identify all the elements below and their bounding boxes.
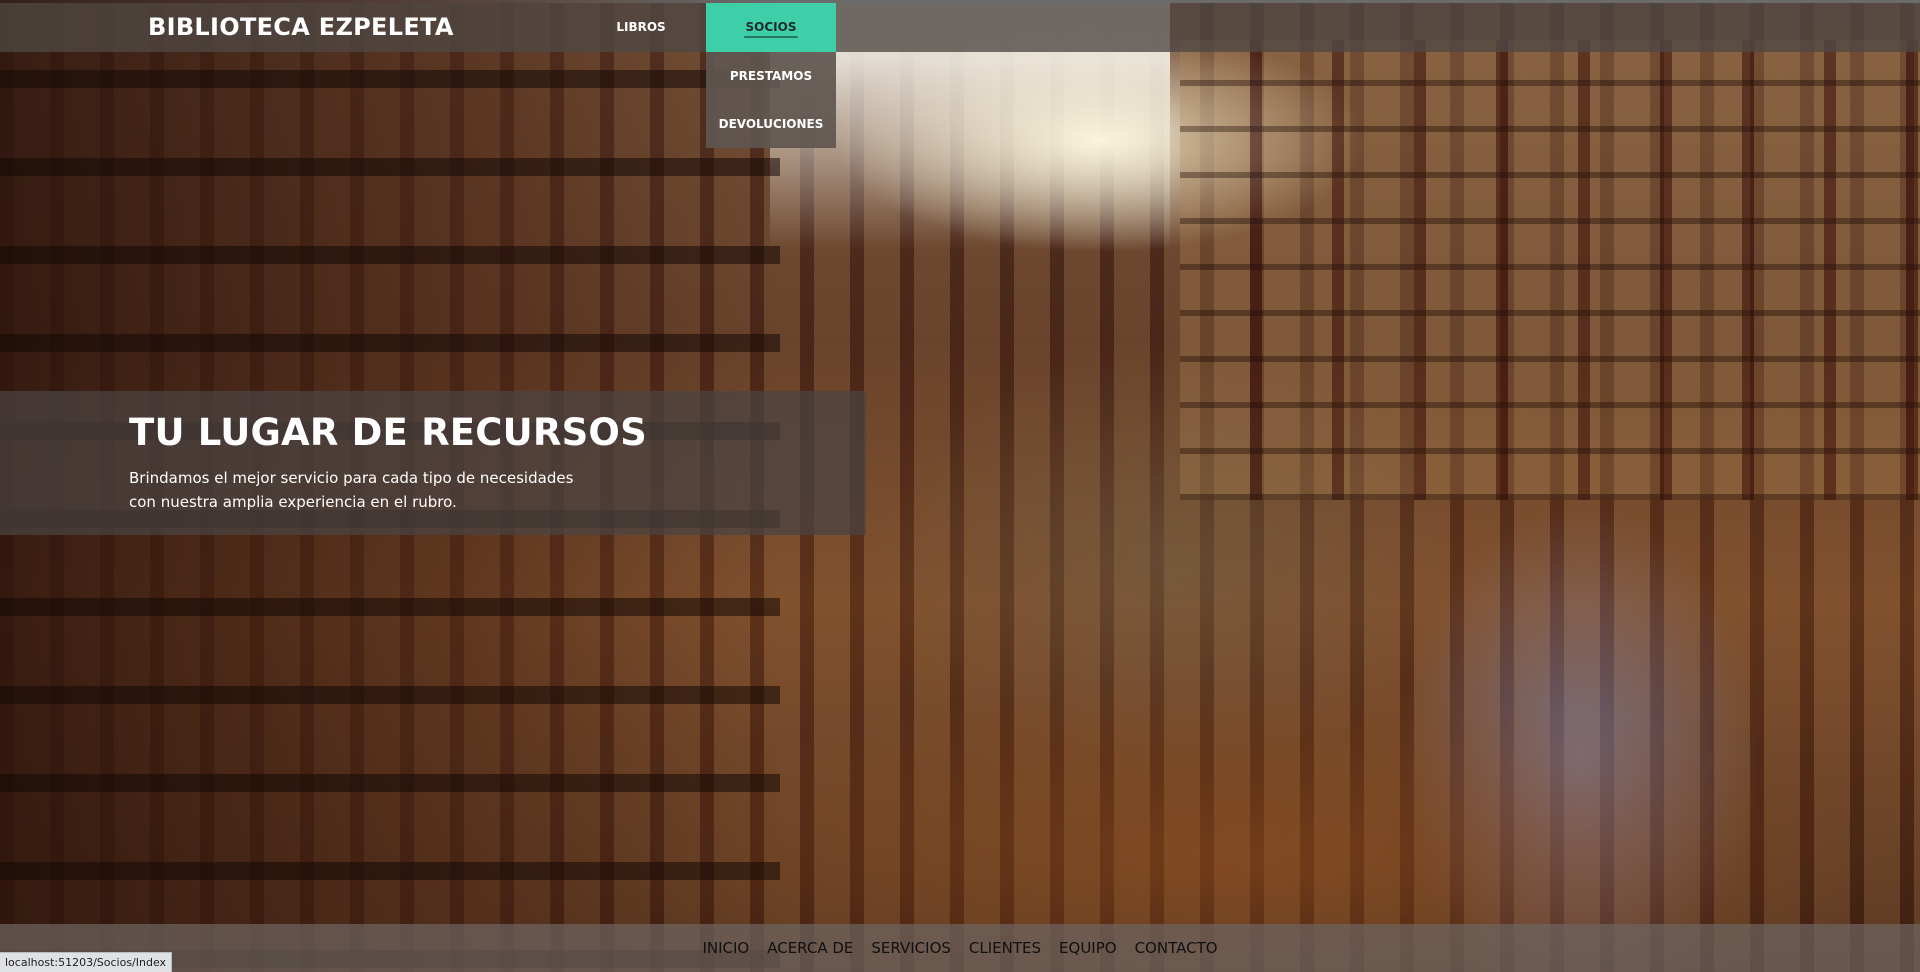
socios-dropdown-menu: PRESTAMOS DEVOLUCIONES xyxy=(706,52,836,148)
nav-item-devoluciones[interactable]: DEVOLUCIONES xyxy=(706,100,836,148)
footer-link-equipo[interactable]: EQUIPO xyxy=(1059,939,1117,957)
footer-link-contacto[interactable]: CONTACTO xyxy=(1135,939,1218,957)
hero-description: Brindamos el mejor servicio para cada ti… xyxy=(129,466,609,514)
page: BIBLIOTECA EZPELETA LIBROS SOCIOS PRESTA… xyxy=(0,0,1920,972)
hero-title: TU LUGAR DE RECURSOS xyxy=(129,411,647,454)
footer-navbar: INICIO ACERCA DE SERVICIOS CLIENTES EQUI… xyxy=(0,924,1920,972)
nav-item-libros[interactable]: LIBROS xyxy=(600,3,682,52)
background-right-shelves xyxy=(1180,40,1920,500)
nav-item-socios[interactable]: SOCIOS xyxy=(706,3,836,52)
hero-description-line-2: con nuestra amplia experiencia en el rub… xyxy=(129,493,457,511)
hero-description-line-1: Brindamos el mejor servicio para cada ti… xyxy=(129,469,574,487)
active-underline xyxy=(744,36,798,38)
browser-status-url: localhost:51203/Socios/Index xyxy=(0,952,173,972)
footer-link-clientes[interactable]: CLIENTES xyxy=(969,939,1041,957)
hero-banner: TU LUGAR DE RECURSOS Brindamos el mejor … xyxy=(0,391,866,535)
nav-item-socios-label: SOCIOS xyxy=(745,20,797,34)
footer-link-inicio[interactable]: INICIO xyxy=(702,939,749,957)
footer-link-acerca-de[interactable]: ACERCA DE xyxy=(767,939,853,957)
footer-link-servicios[interactable]: SERVICIOS xyxy=(871,939,951,957)
brand-title[interactable]: BIBLIOTECA EZPELETA xyxy=(148,3,454,52)
footer-nav-links: INICIO ACERCA DE SERVICIOS CLIENTES EQUI… xyxy=(0,924,1920,972)
nav-item-prestamos[interactable]: PRESTAMOS xyxy=(706,52,836,100)
